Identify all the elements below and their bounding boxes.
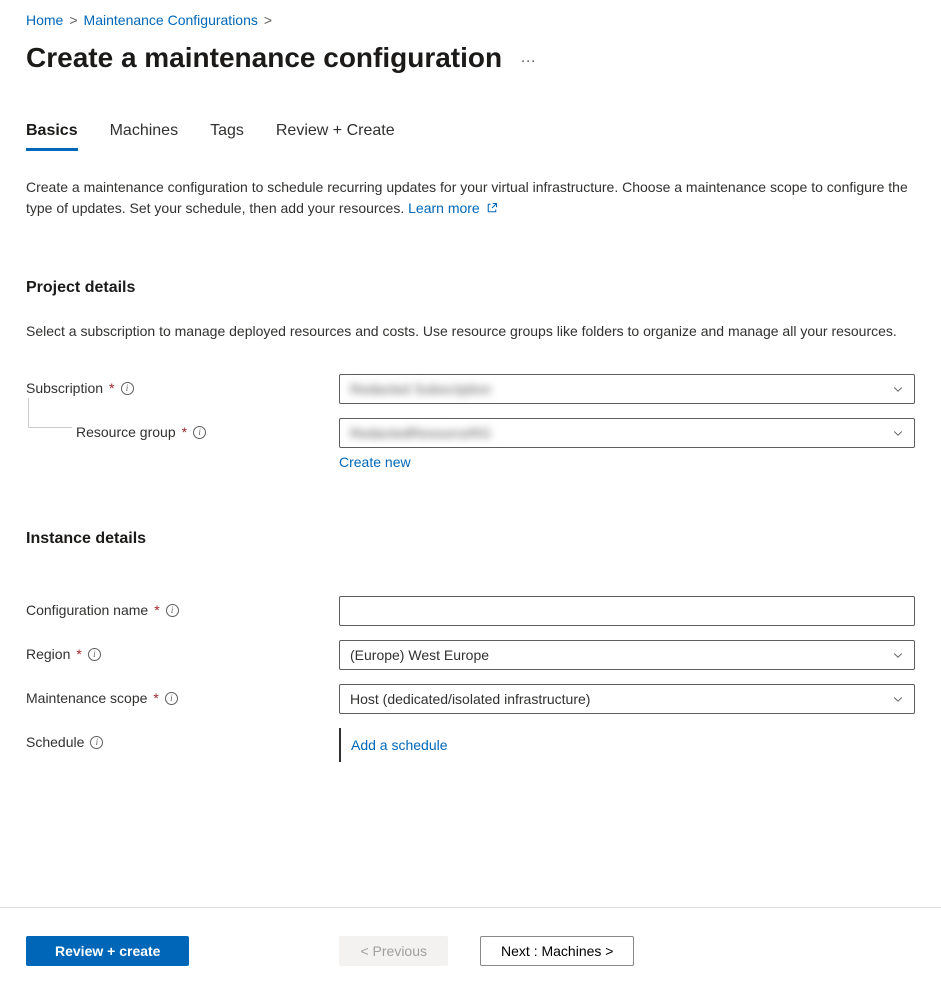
chevron-down-icon	[892, 649, 904, 661]
next-button[interactable]: Next : Machines >	[480, 936, 634, 966]
tabs: Basics Machines Tags Review + Create	[26, 122, 915, 151]
info-icon[interactable]: i	[88, 648, 101, 661]
breadcrumb-maintenance-configurations[interactable]: Maintenance Configurations	[84, 12, 258, 28]
configuration-name-label: Configuration name	[26, 602, 148, 618]
chevron-down-icon	[892, 427, 904, 439]
required-asterisk: *	[182, 424, 187, 440]
region-label: Region	[26, 646, 70, 662]
breadcrumb-separator: >	[264, 12, 272, 28]
project-details-desc: Select a subscription to manage deployed…	[26, 321, 915, 342]
region-select[interactable]: (Europe) West Europe	[339, 640, 915, 670]
page-title: Create a maintenance configuration	[26, 42, 502, 74]
info-icon[interactable]: i	[166, 604, 179, 617]
more-actions-icon[interactable]: …	[520, 49, 537, 67]
required-asterisk: *	[154, 602, 159, 618]
learn-more-label: Learn more	[408, 200, 480, 216]
external-link-icon	[486, 202, 498, 214]
region-value: (Europe) West Europe	[350, 647, 489, 663]
subscription-label: Subscription	[26, 380, 103, 396]
info-icon[interactable]: i	[90, 736, 103, 749]
tree-indent-line	[28, 398, 72, 428]
info-icon[interactable]: i	[193, 426, 206, 439]
tab-machines[interactable]: Machines	[110, 122, 178, 151]
maintenance-scope-select[interactable]: Host (dedicated/isolated infrastructure)	[339, 684, 915, 714]
subscription-select[interactable]: Redacted Subscription	[339, 374, 915, 404]
footer-bar: Review + create < Previous Next : Machin…	[0, 907, 941, 990]
maintenance-scope-label: Maintenance scope	[26, 690, 147, 706]
maintenance-scope-value: Host (dedicated/isolated infrastructure)	[350, 691, 590, 707]
tab-review-create[interactable]: Review + Create	[276, 122, 395, 151]
tab-tags[interactable]: Tags	[210, 122, 244, 151]
tab-basics[interactable]: Basics	[26, 122, 78, 151]
chevron-down-icon	[892, 693, 904, 705]
add-schedule-link[interactable]: Add a schedule	[351, 737, 448, 753]
review-create-button[interactable]: Review + create	[26, 936, 189, 966]
required-asterisk: *	[76, 646, 81, 662]
schedule-label: Schedule	[26, 734, 84, 750]
breadcrumb-home[interactable]: Home	[26, 12, 63, 28]
resource-group-label: Resource group	[76, 424, 176, 440]
info-icon[interactable]: i	[165, 692, 178, 705]
required-asterisk: *	[109, 380, 114, 396]
learn-more-link[interactable]: Learn more	[408, 200, 497, 216]
subscription-value: Redacted Subscription	[350, 381, 491, 397]
instance-details-heading: Instance details	[26, 530, 915, 548]
intro-text: Create a maintenance configuration to sc…	[26, 177, 915, 219]
info-icon[interactable]: i	[121, 382, 134, 395]
create-new-resource-group-link[interactable]: Create new	[339, 454, 411, 470]
required-asterisk: *	[153, 690, 158, 706]
breadcrumb: Home > Maintenance Configurations >	[26, 12, 915, 28]
resource-group-select[interactable]: RedactedResourceRG	[339, 418, 915, 448]
configuration-name-input[interactable]	[339, 596, 915, 626]
previous-button: < Previous	[339, 936, 448, 966]
resource-group-value: RedactedResourceRG	[350, 425, 491, 441]
project-details-heading: Project details	[26, 279, 915, 297]
chevron-down-icon	[892, 383, 904, 395]
breadcrumb-separator: >	[69, 12, 77, 28]
